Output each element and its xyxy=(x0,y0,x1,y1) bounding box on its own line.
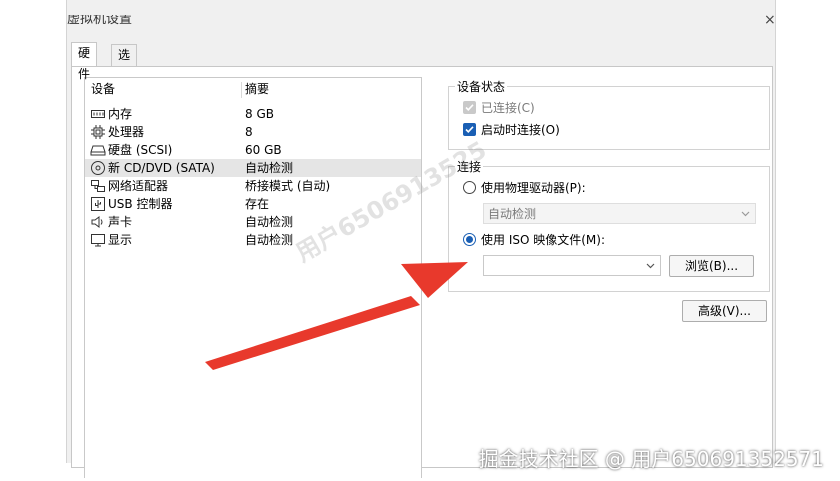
hardware-tab-page: 设备 摘要 内存 8 GB 处理器 8 硬盘 (SCSI) 60 GB 新 CD… xyxy=(71,66,773,478)
display-icon xyxy=(91,234,105,247)
vm-settings-window: 虚拟机设置 硬件 选项 设备 摘要 内存 8 GB 处理器 8 xyxy=(66,0,776,478)
connected-label: 已连接(C) xyxy=(481,101,535,115)
device-summary: 自动检测 xyxy=(245,161,294,175)
tab-hardware[interactable]: 硬件 xyxy=(71,42,98,81)
advanced-button[interactable]: 高级(V)... xyxy=(682,300,767,322)
footer-credit: 掘金技术社区 @ 用户650691352571 xyxy=(478,447,824,471)
harddisk-icon xyxy=(90,145,106,156)
browse-button[interactable]: 浏览(B)... xyxy=(669,255,754,277)
network-adapter-icon xyxy=(91,180,105,192)
device-summary: 自动检测 xyxy=(245,233,294,247)
device-name: 处理器 xyxy=(108,125,145,139)
column-header-summary[interactable]: 摘要 xyxy=(245,78,269,100)
column-separator[interactable] xyxy=(241,82,242,98)
device-name: 显示 xyxy=(108,233,133,247)
device-status-title: 设备状态 xyxy=(455,78,508,95)
device-summary: 自动检测 xyxy=(245,215,294,229)
device-row-cd-dvd[interactable]: 新 CD/DVD (SATA) 自动检测 xyxy=(85,159,421,177)
device-summary: 8 GB xyxy=(245,107,274,121)
cd-dvd-icon xyxy=(91,161,105,175)
usb-icon xyxy=(91,197,105,211)
device-summary: 存在 xyxy=(245,197,270,211)
physical-drive-radio[interactable] xyxy=(463,181,476,194)
physical-drive-select[interactable]: 自动检测 xyxy=(483,203,756,224)
connection-group: 连接 使用物理驱动器(P): 自动检测 使用 ISO 映像文件(M): 浏览(B… xyxy=(448,158,770,292)
device-name: 网络适配器 xyxy=(108,179,169,193)
connected-checkbox[interactable] xyxy=(463,101,476,114)
device-summary: 桥接模式 (自动) xyxy=(245,179,331,193)
device-row-processor[interactable]: 处理器 8 xyxy=(85,123,421,141)
device-list[interactable]: 设备 摘要 内存 8 GB 处理器 8 硬盘 (SCSI) 60 GB 新 CD… xyxy=(84,77,422,478)
device-name: USB 控制器 xyxy=(108,197,173,211)
iso-image-label: 使用 ISO 映像文件(M): xyxy=(481,233,605,247)
device-list-header: 设备 摘要 xyxy=(85,78,421,100)
device-row-sound-card[interactable]: 声卡 自动检测 xyxy=(85,213,421,231)
device-row-usb-controller[interactable]: USB 控制器 存在 xyxy=(85,195,421,213)
checkmark-icon xyxy=(465,104,474,111)
tab-options[interactable]: 选项 xyxy=(111,44,138,83)
iso-image-radio[interactable] xyxy=(463,233,476,246)
connect-at-power-on-checkbox[interactable] xyxy=(463,123,476,136)
device-row-harddisk[interactable]: 硬盘 (SCSI) 60 GB xyxy=(85,141,421,159)
chevron-down-icon xyxy=(646,263,655,269)
close-icon[interactable]: × xyxy=(764,12,776,28)
connect-at-power-on-label: 启动时连接(O) xyxy=(481,123,560,137)
chevron-down-icon xyxy=(741,211,750,217)
device-name: 内存 xyxy=(108,107,133,121)
physical-drive-value: 自动检测 xyxy=(488,207,537,221)
device-row-network-adapter[interactable]: 网络适配器 桥接模式 (自动) xyxy=(85,177,421,195)
window-title: 虚拟机设置 xyxy=(67,12,133,27)
device-name: 硬盘 (SCSI) xyxy=(108,143,173,157)
device-row-memory[interactable]: 内存 8 GB xyxy=(85,105,421,123)
device-summary: 60 GB xyxy=(245,143,282,157)
cpu-icon xyxy=(91,125,105,139)
checkmark-icon xyxy=(465,126,474,133)
device-status-group: 设备状态 已连接(C) 启动时连接(O) xyxy=(448,78,770,150)
sound-card-icon xyxy=(91,216,103,228)
device-row-display[interactable]: 显示 自动检测 xyxy=(85,231,421,249)
device-name: 新 CD/DVD (SATA) xyxy=(108,161,215,175)
iso-image-path-select[interactable] xyxy=(483,255,661,276)
memory-icon xyxy=(91,110,105,118)
device-name: 声卡 xyxy=(108,215,133,229)
column-header-device[interactable]: 设备 xyxy=(91,78,115,100)
device-summary: 8 xyxy=(245,125,253,139)
physical-drive-label: 使用物理驱动器(P): xyxy=(481,181,586,195)
connection-title: 连接 xyxy=(455,158,484,175)
